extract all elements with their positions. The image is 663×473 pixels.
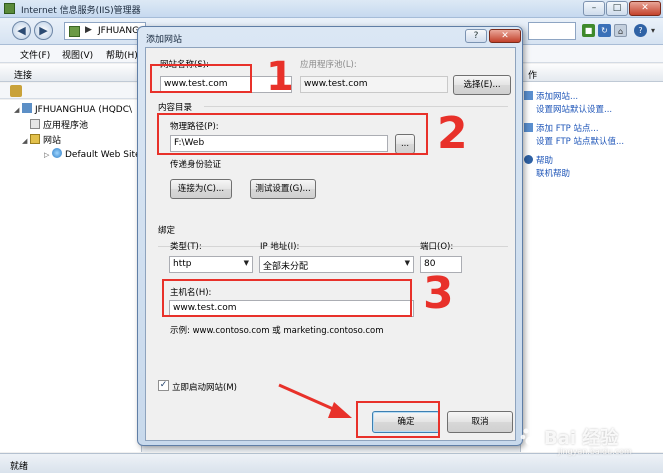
baidu-paw-icon — [520, 428, 541, 446]
watermark-url: jingyan.baidu.com — [558, 447, 632, 456]
baidu-watermark: Bai 经验 jingyan.baidu.com — [512, 420, 642, 460]
arrow-icon — [278, 383, 352, 418]
